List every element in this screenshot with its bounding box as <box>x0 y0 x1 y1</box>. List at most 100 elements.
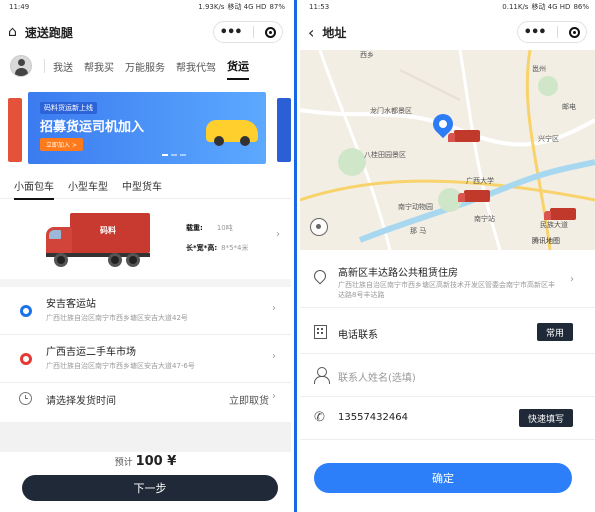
status-battery: 86% <box>573 3 589 11</box>
contact-name-placeholder: 联系人姓名(选填) <box>338 373 416 384</box>
map-label: 兴宁区 <box>538 135 559 143</box>
ship-time-row[interactable]: 请选择发货时间 立即取货 › <box>0 383 291 415</box>
dropoff-detail: 广西壮族自治区南宁市西乡塘区安吉大道47-6号 <box>46 362 195 370</box>
page-title: 速送跑腿 <box>24 25 73 40</box>
tab-universal[interactable]: 万能服务 <box>125 59 165 74</box>
map-view[interactable]: 西乡 龙门水都景区 八桂田园景区 兴宁区 广西大学 南宁动物园 南宁站 民族大道… <box>300 50 595 250</box>
chevron-right-icon: › <box>570 274 574 285</box>
nav-bar: ⌂ 速送跑腿 ••• <box>0 14 291 50</box>
map-label: 广西大学 <box>466 177 494 185</box>
avatar[interactable] <box>10 55 32 77</box>
tab-medium-truck[interactable]: 中型货车 <box>122 178 162 193</box>
map-label: 民族大道 <box>540 221 568 229</box>
home-icon[interactable]: ⌂ <box>8 24 17 40</box>
chevron-right-icon: › <box>272 303 276 314</box>
promo-banner[interactable]: 码料货运新上线 招募货运司机加入 立即加入 > <box>0 92 291 170</box>
pickup-detail: 广西壮族自治区南宁市西乡塘区安吉大道42号 <box>46 314 188 322</box>
more-icon[interactable]: ••• <box>524 25 547 40</box>
dropoff-address[interactable]: 广西吉运二手车市场 广西壮族自治区南宁市西乡塘区安吉大道47-6号 › <box>0 335 291 383</box>
map-label: 南宁站 <box>474 215 495 223</box>
banner-main[interactable]: 码料货运新上线 招募货运司机加入 立即加入 > <box>28 92 266 164</box>
location-pin-icon <box>311 267 329 285</box>
tab-small-truck[interactable]: 小型车型 <box>68 178 108 193</box>
price-amount: 100 ¥ <box>135 454 177 469</box>
address-detail: 广西壮族自治区南宁市西乡塘区高新技术开发区管委会南宁市高新区丰达路8号丰达路 <box>338 281 555 299</box>
status-bar: 11:49 1.93K/s 移动 4G HD 87% <box>0 0 291 14</box>
service-tabs: 我送 帮我买 万能服务 帮我代驾 货运 <box>0 50 291 82</box>
dropoff-dot-icon <box>20 353 32 365</box>
truck-brand: 码料 <box>100 226 116 235</box>
truck-marker-icon[interactable] <box>448 130 480 142</box>
vehicle-card[interactable]: 码料 载重: 10吨 长*宽*高: 8*5*4米 › <box>0 199 291 279</box>
status-bar: 11:53 0.11K/s 移动 4G HD 86% <box>300 0 595 14</box>
map-label: 龙门水都景区 <box>370 107 412 115</box>
contact-name-field[interactable]: 联系人姓名(选填) <box>300 355 595 397</box>
map-label: 邕州 <box>532 65 546 73</box>
map-label: 西乡 <box>360 51 374 59</box>
phone-value: 13557432464 <box>338 412 408 423</box>
ship-time-value: 立即取货 <box>229 396 269 407</box>
load-value: 10吨 <box>216 224 233 232</box>
nav-bar: ‹ 地址 ••• <box>300 14 595 50</box>
next-step-button[interactable]: 下一步 <box>22 475 278 501</box>
phone-field[interactable]: ✆ 13557432464 快速填写 <box>300 398 595 440</box>
status-battery: 87% <box>269 3 285 11</box>
chevron-right-icon[interactable]: › <box>276 229 280 240</box>
size-spec: 长*宽*高: 8*5*4米 <box>186 243 249 253</box>
tab-buy[interactable]: 帮我买 <box>84 59 114 74</box>
tab-freight[interactable]: 货运 <box>227 58 249 80</box>
pickup-address[interactable]: 安吉客运站 广西壮族自治区南宁市西乡塘区安吉大道42号 › <box>0 287 291 335</box>
status-time: 11:53 <box>309 3 330 11</box>
contact-label: 电话联系 <box>338 330 378 341</box>
mini-program-capsule: ••• <box>517 21 587 43</box>
tab-driver[interactable]: 帮我代驾 <box>176 59 216 74</box>
clock-icon <box>19 392 32 405</box>
person-icon <box>314 367 330 384</box>
truck-image: 码料 <box>46 213 150 269</box>
mini-program-capsule: ••• <box>213 21 283 43</box>
map-label: 那 马 <box>410 227 427 235</box>
status-time: 11:49 <box>9 3 30 11</box>
price-estimate: 预计 100 ¥ <box>0 454 291 469</box>
tab-send[interactable]: 我送 <box>53 59 73 74</box>
contact-row: 电话联系 常用 <box>300 312 595 354</box>
banner-next <box>277 98 291 162</box>
more-icon[interactable]: ••• <box>220 25 243 40</box>
tab-small-van[interactable]: 小面包车 <box>14 178 54 200</box>
pickup-dot-icon <box>20 305 32 317</box>
size-label: 长*宽*高: <box>186 244 218 252</box>
price-label: 预计 <box>114 458 133 468</box>
pickup-name: 安吉客运站 <box>46 299 96 310</box>
close-mini-program-icon[interactable] <box>569 26 581 38</box>
map-label: 邮电 <box>562 103 576 111</box>
chevron-right-icon: › <box>272 391 276 402</box>
truck-marker-icon[interactable] <box>458 190 490 202</box>
banner-join-button[interactable]: 立即加入 > <box>40 138 83 151</box>
vehicle-tabs: 小面包车 小型车型 中型货车 <box>0 172 291 200</box>
quick-fill-button[interactable]: 快速填写 <box>518 409 573 427</box>
building-icon <box>314 325 327 339</box>
back-arrow-icon[interactable]: ‹ <box>308 23 314 42</box>
truck-marker-icon[interactable] <box>544 208 576 220</box>
confirm-button[interactable]: 确定 <box>314 463 572 493</box>
locate-me-icon[interactable] <box>310 218 328 236</box>
right-screen: 11:53 0.11K/s 移动 4G HD 86% ‹ 地址 ••• 西乡 龙… <box>300 0 595 512</box>
status-network: 移动 4G HD <box>531 3 571 11</box>
chevron-right-icon: › <box>272 351 276 362</box>
banner-line2: 招募货运司机加入 <box>40 120 145 135</box>
page-title: 地址 <box>322 25 347 40</box>
dropoff-name: 广西吉运二手车市场 <box>46 347 136 358</box>
map-label: 八桂田园景区 <box>364 151 406 159</box>
address-name: 高新区丰达路公共租赁住房 <box>338 268 458 279</box>
banner-prev <box>8 98 22 162</box>
phone-icon: ✆ <box>314 410 325 425</box>
close-mini-program-icon[interactable] <box>265 26 277 38</box>
load-spec: 载重: 10吨 <box>186 223 233 233</box>
map-label: 南宁动物园 <box>398 203 433 211</box>
selected-address[interactable]: 高新区丰达路公共租赁住房 广西壮族自治区南宁市西乡塘区高新技术开发区管委会南宁市… <box>300 258 595 308</box>
map-credit: 腾讯地图 <box>532 237 560 245</box>
banner-line1: 码料货运新上线 <box>40 102 97 114</box>
banner-car-image <box>206 120 258 146</box>
frequent-contacts-button[interactable]: 常用 <box>536 323 573 341</box>
status-network: 移动 4G HD <box>227 3 267 11</box>
